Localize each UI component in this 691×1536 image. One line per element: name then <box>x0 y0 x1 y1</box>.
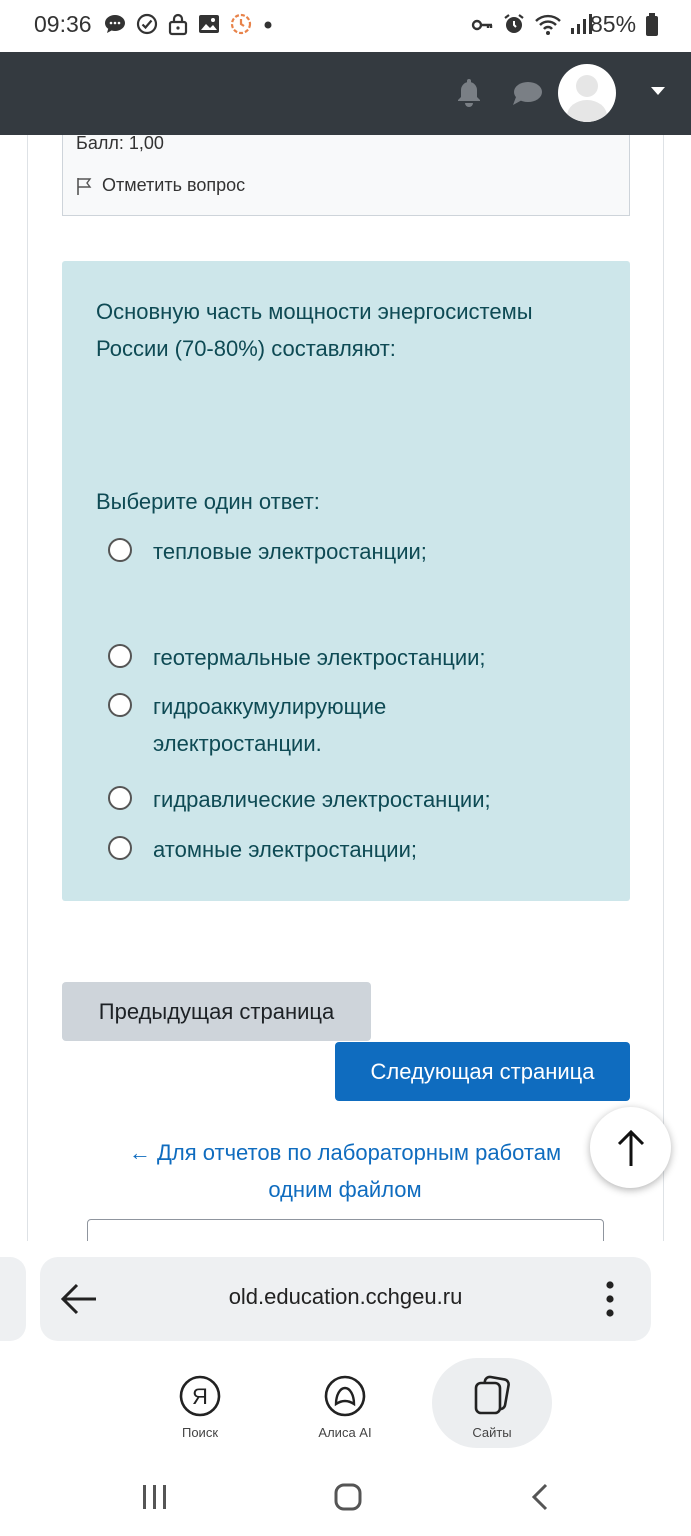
bell-icon[interactable] <box>455 77 483 107</box>
android-nav-bar <box>0 1451 691 1536</box>
tab-search[interactable]: Я Поиск <box>140 1358 260 1448</box>
lock-icon <box>168 13 188 36</box>
answer-option-label: тепловые электростанции; <box>153 539 427 564</box>
chat-bubble-icon <box>105 15 125 33</box>
image-icon <box>199 15 219 33</box>
next-page-button[interactable]: Следующая страница <box>335 1042 630 1101</box>
question-info: Балл: 1,00 Отметить вопрос <box>62 133 630 216</box>
question-card: Основную часть мощности энергосистемы Ро… <box>62 261 630 901</box>
radio-button[interactable] <box>108 836 132 860</box>
arrow-up-icon <box>617 1129 644 1166</box>
flag-icon <box>77 177 92 195</box>
url-text[interactable]: old.education.cchgeu.ru <box>40 1284 651 1310</box>
tab-alice[interactable]: Алиса AI <box>285 1358 405 1448</box>
grade-label: Балл: 1,00 <box>76 133 164 153</box>
flag-question-link[interactable]: Отметить вопрос <box>76 175 245 196</box>
radio-button[interactable] <box>108 786 132 810</box>
activity-back-link[interactable]: ← Для отчетов по лабораторным работам од… <box>120 1134 570 1208</box>
alarm-icon <box>504 14 524 33</box>
answer-option-label: гидравлические электростанции; <box>153 787 491 812</box>
answer-option-label: геотермальные электростанции; <box>153 645 486 670</box>
status-bar: 09:36 85% <box>0 0 691 52</box>
previous-page-button[interactable]: Предыдущая страница <box>62 982 371 1041</box>
more-vertical-icon[interactable] <box>602 1279 618 1319</box>
key-icon <box>471 19 493 31</box>
tab-sites[interactable]: Сайты <box>432 1358 552 1448</box>
svg-text:Я: Я <box>192 1384 208 1409</box>
radio-button[interactable] <box>108 644 132 668</box>
recent-apps-icon[interactable] <box>141 1484 169 1510</box>
radio-button[interactable] <box>108 538 132 562</box>
chat-icon[interactable] <box>511 81 543 107</box>
tabs-icon <box>474 1375 510 1415</box>
scroll-to-top-button[interactable] <box>590 1107 671 1188</box>
yandex-icon: Я <box>179 1375 221 1417</box>
answer-option-label: гидроаккумулирующие электростанции. <box>153 694 387 756</box>
wifi-icon <box>535 14 561 35</box>
answer-prompt: Выберите один ответ: <box>96 489 320 514</box>
flag-question-label: Отметить вопрос <box>102 175 246 195</box>
notification-icons <box>103 12 275 36</box>
status-time: 09:36 <box>34 11 92 37</box>
tab-alice-label: Алиса AI <box>318 1425 372 1440</box>
tab-sites-label: Сайты <box>472 1425 512 1440</box>
question-text: Основную часть мощности энергосистемы Ро… <box>96 299 533 361</box>
battery-icon <box>646 13 658 36</box>
alice-icon <box>324 1375 366 1417</box>
check-circle-icon <box>136 13 158 35</box>
battery-level: 85% <box>590 11 637 37</box>
radio-button[interactable] <box>108 693 132 717</box>
timer-icon <box>230 13 252 35</box>
caret-down-icon[interactable] <box>650 86 666 96</box>
nav-back-icon[interactable] <box>530 1482 550 1512</box>
user-silhouette-icon <box>567 75 607 122</box>
tab-search-label: Поиск <box>181 1425 219 1440</box>
system-icons <box>470 12 592 36</box>
user-avatar[interactable] <box>558 64 616 122</box>
address-bar[interactable]: old.education.cchgeu.ru <box>40 1257 651 1341</box>
previous-tab-peek[interactable] <box>0 1257 26 1341</box>
dot-icon <box>264 21 272 29</box>
signal-icon <box>571 14 592 34</box>
answer-option-label: атомные электростанции; <box>153 837 417 862</box>
top-navbar <box>0 52 691 135</box>
home-icon[interactable] <box>333 1482 363 1512</box>
